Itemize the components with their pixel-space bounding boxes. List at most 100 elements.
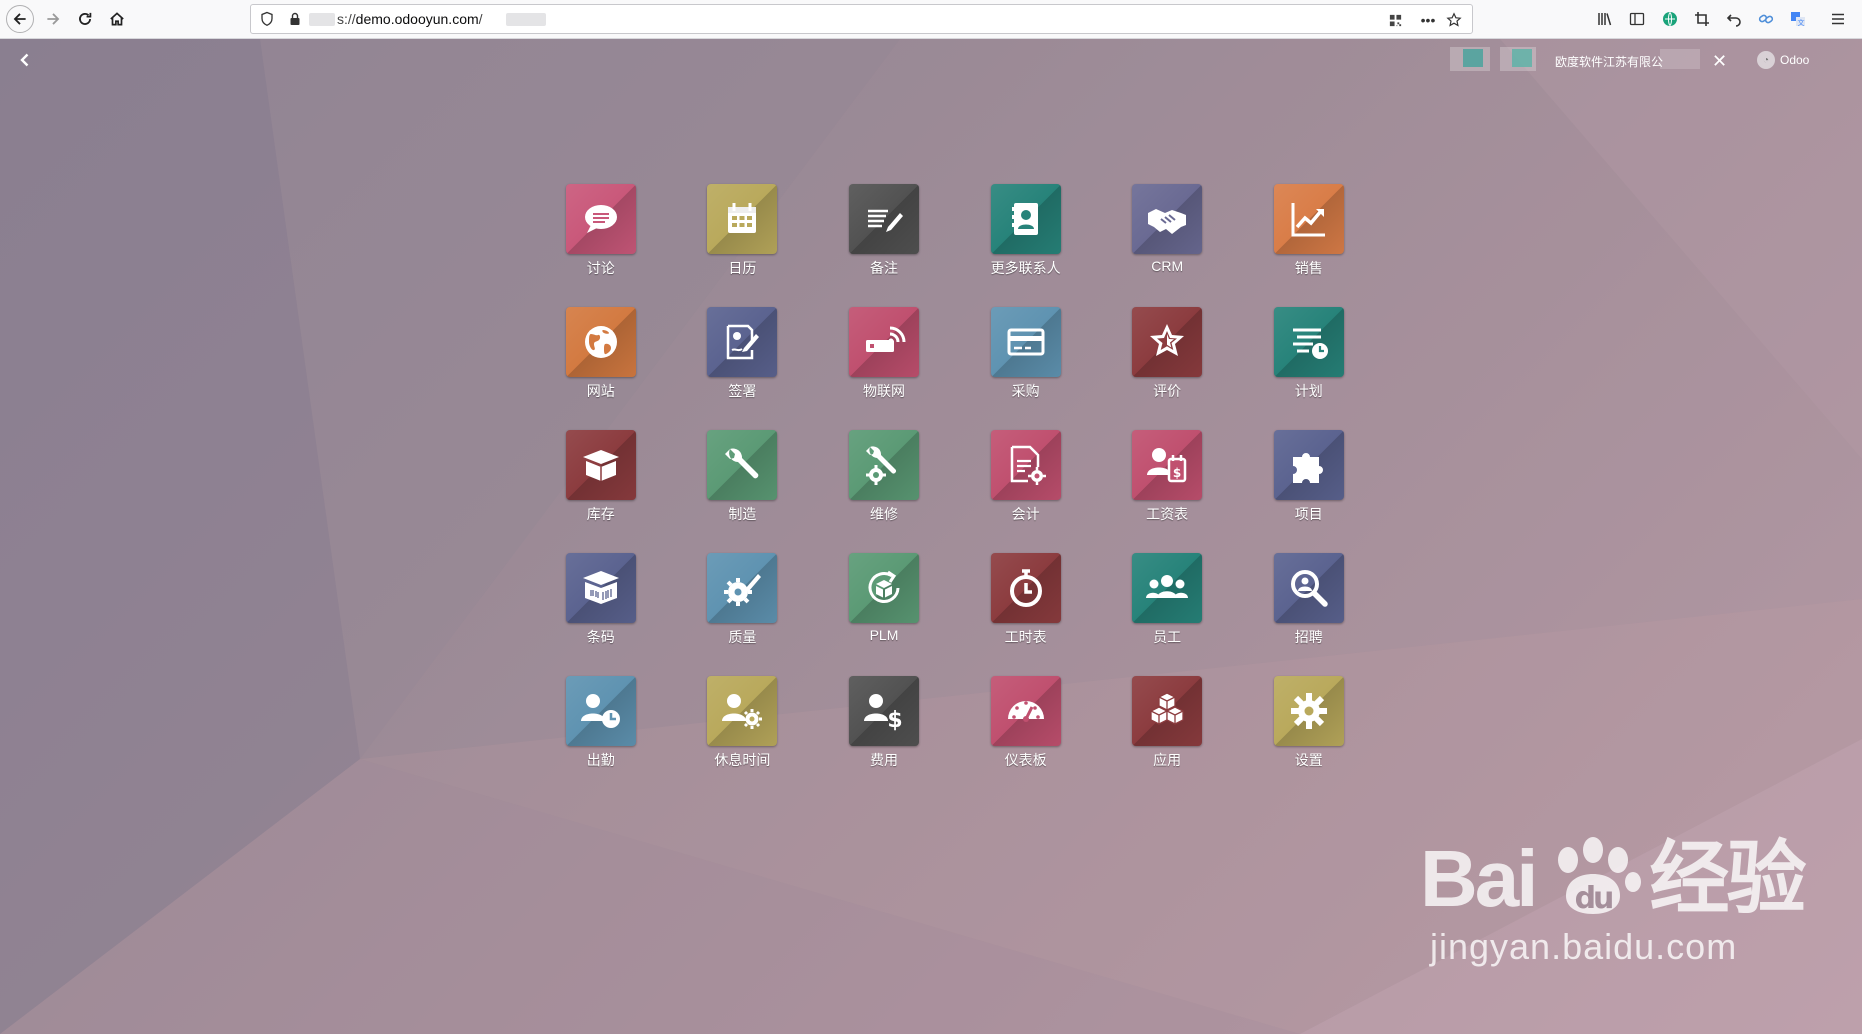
sidebar-icon[interactable] <box>1627 9 1647 29</box>
arrow-left-icon <box>13 13 26 25</box>
app-contacts[interactable]: 更多联系人 <box>955 184 1097 307</box>
url-text[interactable]: s://demo.odooyun.com/ <box>337 11 483 27</box>
chevron-left-icon <box>20 53 29 67</box>
forward-button[interactable] <box>40 6 66 32</box>
app-sales[interactable]: 销售 <box>1238 184 1380 307</box>
url-prefix: s:// <box>337 11 356 27</box>
app-rating[interactable]: 评价 <box>1096 307 1238 430</box>
app-purchase[interactable]: 采购 <box>955 307 1097 430</box>
library-icon[interactable] <box>1595 9 1615 29</box>
credit-card-icon <box>990 307 1061 377</box>
watermark-brand-left: Bai <box>1420 834 1538 923</box>
bookmark-star-icon[interactable] <box>1445 11 1463 29</box>
more-actions-icon[interactable]: ••• <box>1419 11 1437 29</box>
app-label: 休息时间 <box>714 752 771 768</box>
reload-icon <box>79 12 92 25</box>
browser-toolbar: s://demo.odooyun.com/ ••• 文 <box>0 0 1862 39</box>
wrench-gear-icon <box>848 430 919 500</box>
app-repair[interactable]: 维修 <box>813 430 955 553</box>
star-icon <box>1132 307 1203 377</box>
systray-item[interactable] <box>1512 49 1532 67</box>
user-dollar-icon: $ <box>848 676 919 746</box>
wrench-icon <box>707 430 778 500</box>
url-host: demo.odooyun.com <box>355 11 479 27</box>
app-manufacturing[interactable]: 制造 <box>672 430 814 553</box>
app-discuss[interactable]: 讨论 <box>530 184 672 307</box>
app-inventory[interactable]: 库存 <box>530 430 672 553</box>
back-button[interactable] <box>6 5 34 33</box>
people-icon <box>1132 553 1203 623</box>
app-sign[interactable]: 签署 <box>672 307 814 430</box>
app-label: 日历 <box>728 260 757 276</box>
app-crm[interactable]: CRM <box>1096 184 1238 307</box>
iot-icon <box>848 307 919 377</box>
app-expenses[interactable]: $ 费用 <box>813 676 955 799</box>
app-timesheets[interactable]: 工时表 <box>955 553 1097 676</box>
app-plm[interactable]: PLM <box>813 553 955 676</box>
watermark-domain: jingyan.baidu.com <box>1430 926 1738 967</box>
box-icon <box>565 430 636 500</box>
user-menu[interactable]: ◔ Odoo <box>1757 51 1809 69</box>
puzzle-icon <box>1273 430 1344 500</box>
app-label: 制造 <box>728 506 757 522</box>
cubes-icon <box>1132 676 1203 746</box>
plm-cycle-icon <box>848 553 919 623</box>
user-gear-icon <box>707 676 778 746</box>
globe-icon <box>565 307 636 377</box>
app-project[interactable]: 项目 <box>1238 430 1380 553</box>
reload-button[interactable] <box>72 6 98 32</box>
menu-toggle-back-button[interactable] <box>14 49 36 71</box>
app-label: 维修 <box>869 506 898 522</box>
app-settings[interactable]: 设置 <box>1238 676 1380 799</box>
url-redaction <box>506 13 546 26</box>
translate-icon[interactable]: 文 <box>1788 9 1808 29</box>
link-icon[interactable] <box>1756 9 1776 29</box>
home-icon <box>110 12 124 26</box>
app-grid: 讨论 日历 备注 更多联系人 CRM 销售 网站 签署 物联网 采购 评价 计划… <box>530 184 1380 799</box>
company-switcher[interactable]: 欧度软件江苏有限公 <box>1555 53 1663 70</box>
app-recruitment[interactable]: 招聘 <box>1238 553 1380 676</box>
app-attendances[interactable]: 出勤 <box>530 676 672 799</box>
handshake-icon <box>1132 184 1203 254</box>
undo-icon[interactable] <box>1724 9 1744 29</box>
crop-icon[interactable] <box>1692 9 1712 29</box>
app-label: 工时表 <box>1004 629 1047 645</box>
company-redaction <box>1660 49 1700 69</box>
app-quality[interactable]: 质量 <box>672 553 814 676</box>
app-label: 物联网 <box>862 383 905 399</box>
app-label: 评价 <box>1153 383 1182 399</box>
hamburger-menu-icon[interactable] <box>1828 9 1848 29</box>
magnifier-icon <box>1273 553 1344 623</box>
lock-icon[interactable] <box>287 11 303 27</box>
app-accounting[interactable]: 会计 <box>955 430 1097 553</box>
url-bar[interactable]: s://demo.odooyun.com/ ••• <box>250 4 1473 34</box>
barcode-box-icon <box>565 553 636 623</box>
app-calendar[interactable]: 日历 <box>672 184 814 307</box>
app-label: 仪表板 <box>1004 752 1047 768</box>
app-planning[interactable]: 计划 <box>1238 307 1380 430</box>
app-label: 条码 <box>586 629 615 645</box>
app-time-off[interactable]: 休息时间 <box>672 676 814 799</box>
home-button[interactable] <box>104 6 130 32</box>
app-notes[interactable]: 备注 <box>813 184 955 307</box>
systray-item[interactable] <box>1463 49 1483 67</box>
app-label: 备注 <box>869 260 898 276</box>
app-label: 项目 <box>1294 506 1323 522</box>
close-icon[interactable]: ✕ <box>1712 51 1727 72</box>
app-barcode[interactable]: 条码 <box>530 553 672 676</box>
user-name: Odoo <box>1780 53 1810 67</box>
stopwatch-icon <box>990 553 1061 623</box>
app-payroll[interactable]: $ 工资表 <box>1096 430 1238 553</box>
app-employees[interactable]: 员工 <box>1096 553 1238 676</box>
app-iot[interactable]: 物联网 <box>813 307 955 430</box>
app-apps[interactable]: 应用 <box>1096 676 1238 799</box>
shield-icon[interactable] <box>259 11 275 27</box>
qr-code-icon[interactable] <box>1386 11 1404 29</box>
note-pencil-icon <box>848 184 919 254</box>
app-label: 销售 <box>1294 260 1323 276</box>
extension-globe-icon[interactable] <box>1660 9 1680 29</box>
app-label: 更多联系人 <box>990 260 1061 276</box>
app-label: 招聘 <box>1294 629 1323 645</box>
app-website[interactable]: 网站 <box>530 307 672 430</box>
app-dashboards[interactable]: 仪表板 <box>955 676 1097 799</box>
